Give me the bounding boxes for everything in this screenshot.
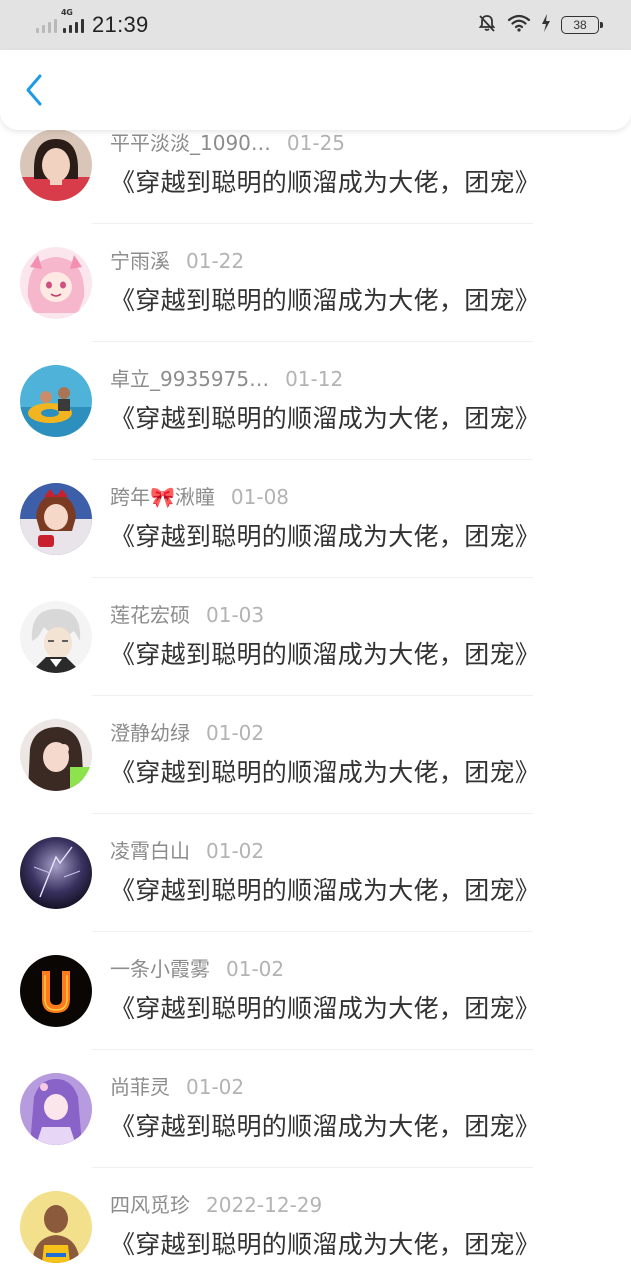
chevron-left-icon xyxy=(24,73,44,111)
username[interactable]: 跨年🎀湫瞳 xyxy=(110,481,215,510)
book-title[interactable]: 《穿越到聪明的顺溜成为大佬，团宠》 xyxy=(110,989,540,1025)
username[interactable]: 澄静幼绿 xyxy=(110,717,190,746)
battery-level: 38 xyxy=(573,18,587,32)
signal-4g-icon: 4G xyxy=(61,8,84,33)
list-item[interactable]: 澄静幼绿 01-02 《穿越到聪明的顺溜成为大佬，团宠》 xyxy=(0,696,631,814)
item-meta: 莲花宏硕 01-03 xyxy=(110,599,264,628)
username[interactable]: 莲花宏硕 xyxy=(110,599,190,628)
avatar[interactable] xyxy=(20,955,92,1027)
item-meta: 凌霄白山 01-02 xyxy=(110,835,264,864)
avatar[interactable] xyxy=(20,837,92,909)
book-title[interactable]: 《穿越到聪明的顺溜成为大佬，团宠》 xyxy=(110,163,540,199)
avatar[interactable] xyxy=(20,129,92,201)
list-item[interactable]: 跨年🎀湫瞳 01-08 《穿越到聪明的顺溜成为大佬，团宠》 xyxy=(0,460,631,578)
username[interactable]: 四风觅珍 xyxy=(110,1189,190,1218)
date: 01-25 xyxy=(286,131,346,155)
signal-sim2-icon xyxy=(36,17,57,33)
username[interactable]: 卓立_9935975… xyxy=(110,363,269,392)
battery-icon: 38 xyxy=(561,16,603,34)
avatar[interactable] xyxy=(20,483,92,555)
avatar[interactable] xyxy=(20,365,92,437)
date: 01-12 xyxy=(285,367,344,391)
username[interactable]: 平平淡淡_1090… xyxy=(110,127,271,156)
item-meta: 澄静幼绿 01-02 xyxy=(110,717,264,746)
book-title[interactable]: 《穿越到聪明的顺溜成为大佬，团宠》 xyxy=(110,871,540,907)
list-item[interactable]: 尚菲灵 01-02 《穿越到聪明的顺溜成为大佬，团宠》 xyxy=(0,1050,631,1168)
list-item[interactable]: 凌霄白山 01-02 《穿越到聪明的顺溜成为大佬，团宠》 xyxy=(0,814,631,932)
username[interactable]: 凌霄白山 xyxy=(110,835,190,864)
network-type: 4G xyxy=(61,8,73,17)
back-button[interactable] xyxy=(16,72,52,112)
wifi-icon xyxy=(507,14,531,36)
list-item[interactable]: 四风觅珍 2022-12-29 《穿越到聪明的顺溜成为大佬，团宠》 xyxy=(0,1168,631,1280)
book-title[interactable]: 《穿越到聪明的顺溜成为大佬，团宠》 xyxy=(110,281,540,317)
item-meta: 卓立_9935975… 01-12 xyxy=(110,363,343,392)
item-meta: 尚菲灵 01-02 xyxy=(110,1071,244,1100)
date: 2022-12-29 xyxy=(206,1193,323,1217)
username[interactable]: 宁雨溪 xyxy=(110,245,170,274)
book-title[interactable]: 《穿越到聪明的顺溜成为大佬，团宠》 xyxy=(110,1225,540,1261)
status-time: 21:39 xyxy=(92,12,149,37)
date: 01-02 xyxy=(206,721,265,745)
username[interactable]: 一条小霞雾 xyxy=(110,953,210,982)
date: 01-08 xyxy=(230,485,290,509)
comment-list: 平平淡淡_1090… 01-25 《穿越到聪明的顺溜成为大佬，团宠》 宁雨溪 0… xyxy=(0,106,631,1280)
date: 01-03 xyxy=(206,603,265,627)
avatar[interactable] xyxy=(20,1191,92,1263)
avatar[interactable] xyxy=(20,601,92,673)
item-meta: 平平淡淡_1090… 01-25 xyxy=(110,127,345,156)
item-meta: 宁雨溪 01-22 xyxy=(110,245,244,274)
date: 01-22 xyxy=(186,249,245,273)
list-item[interactable]: 宁雨溪 01-22 《穿越到聪明的顺溜成为大佬，团宠》 xyxy=(0,224,631,342)
book-title[interactable]: 《穿越到聪明的顺溜成为大佬，团宠》 xyxy=(110,635,540,671)
book-title[interactable]: 《穿越到聪明的顺溜成为大佬，团宠》 xyxy=(110,753,540,789)
status-bar: 4G 21:39 38 xyxy=(0,0,631,50)
list-item[interactable]: 卓立_9935975… 01-12 《穿越到聪明的顺溜成为大佬，团宠》 xyxy=(0,342,631,460)
book-title[interactable]: 《穿越到聪明的顺溜成为大佬，团宠》 xyxy=(110,517,540,553)
username[interactable]: 尚菲灵 xyxy=(110,1071,170,1100)
avatar[interactable] xyxy=(20,1073,92,1145)
item-meta: 一条小霞雾 01-02 xyxy=(110,953,284,982)
date: 01-02 xyxy=(186,1075,245,1099)
list-item[interactable]: 莲花宏硕 01-03 《穿越到聪明的顺溜成为大佬，团宠》 xyxy=(0,578,631,696)
top-nav-bar xyxy=(0,50,631,130)
item-meta: 四风觅珍 2022-12-29 xyxy=(110,1189,322,1218)
date: 01-02 xyxy=(206,839,265,863)
mute-bell-icon xyxy=(477,13,497,37)
avatar[interactable] xyxy=(20,719,92,791)
list-item[interactable]: 一条小霞雾 01-02 《穿越到聪明的顺溜成为大佬，团宠》 xyxy=(0,932,631,1050)
charging-bolt-icon xyxy=(541,14,551,36)
book-title[interactable]: 《穿越到聪明的顺溜成为大佬，团宠》 xyxy=(110,399,540,435)
date: 01-02 xyxy=(226,957,285,981)
book-title[interactable]: 《穿越到聪明的顺溜成为大佬，团宠》 xyxy=(110,1107,540,1143)
item-meta: 跨年🎀湫瞳 01-08 xyxy=(110,481,289,510)
avatar[interactable] xyxy=(20,247,92,319)
